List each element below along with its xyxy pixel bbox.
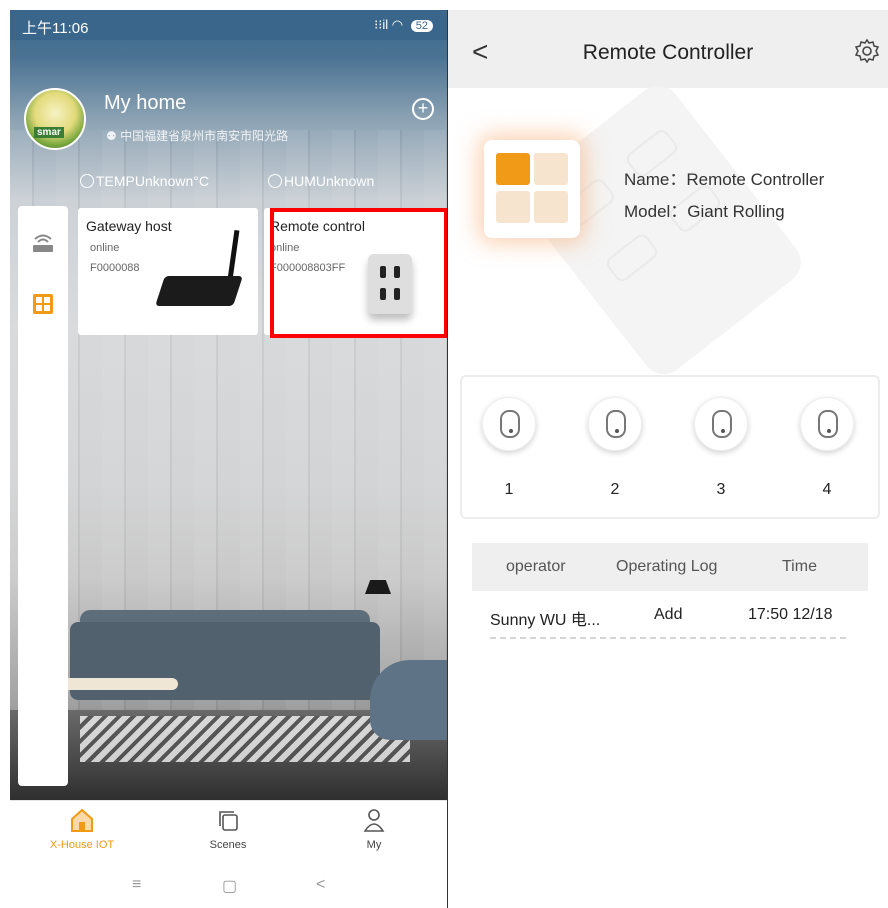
remote-control-icon (484, 140, 580, 238)
header: < Remote Controller (448, 10, 888, 88)
status-time: 上午11:06 (22, 20, 89, 37)
router-icon[interactable] (31, 232, 55, 254)
scenes-icon (219, 811, 238, 831)
home-nav-button[interactable]: ▢ (222, 876, 237, 896)
column-header-time: Time (782, 558, 817, 575)
status-bar: 上午11:06 ⁝⁝il ◠ 52 (10, 10, 447, 40)
log-operator: Sunny WU 电... (490, 612, 601, 629)
temperature-text: TEMPUnknown°C (96, 173, 209, 189)
tab-x-house-iot[interactable]: X-House IOT (32, 807, 132, 851)
blanket (370, 660, 447, 740)
key-button-1[interactable] (482, 397, 536, 451)
key-button-3[interactable] (694, 397, 748, 451)
column-header-operator: operator (506, 558, 566, 575)
log-header-row: operator Operating Log Time (472, 543, 868, 591)
rug (80, 716, 410, 762)
table-row[interactable]: Sunny WU 电... Add 17:50 12/18 (490, 591, 846, 639)
home-avatar[interactable]: smar (24, 88, 86, 150)
humidity-icon (268, 174, 282, 188)
key-button-4[interactable] (800, 397, 854, 451)
device-status: online (90, 242, 120, 254)
device-name-label: Name：Remote Controller (624, 170, 825, 189)
home-address: ⚉ 中国福建省泉州市南安市阳光路 (106, 127, 288, 144)
gateway-image (155, 276, 243, 306)
home-address-text: 中国福建省泉州市南安市阳光路 (120, 129, 289, 143)
humidity-readout: HUMUnknown (268, 173, 374, 189)
log-action: Add (654, 606, 683, 623)
avatar-label: smar (34, 127, 64, 138)
status-icons: ⁝⁝il ◠ 52 (374, 17, 433, 33)
back-nav-button[interactable]: < (316, 876, 325, 894)
tab-label: My (366, 839, 382, 851)
remote-key-icon (500, 410, 520, 438)
coffee-table (62, 678, 178, 690)
gear-icon[interactable] (854, 38, 880, 64)
device-category-sidebar (18, 206, 68, 786)
device-name: Gateway host (86, 218, 172, 234)
column-header-operating-log: Operating Log (616, 558, 718, 575)
menu-nav-button[interactable]: ≡ (132, 876, 141, 894)
thermometer-icon (80, 174, 94, 188)
tab-label: Scenes (209, 839, 247, 851)
key-label: 1 (504, 481, 514, 498)
home-icon (71, 808, 93, 832)
device-serial: F0000088 (90, 262, 140, 274)
bottom-tab-bar: X-House IOT Scenes My (10, 800, 447, 864)
battery-icon: 52 (410, 20, 433, 32)
remote-controller-screen: < Remote Controller Name：Remote Controll… (448, 10, 888, 908)
highlight-box (270, 208, 447, 338)
tab-label: X-House IOT (49, 839, 115, 851)
key-label: 2 (610, 481, 620, 498)
device-card-gateway[interactable]: Gateway host online F0000088 (78, 208, 258, 335)
system-navigation-bar: ≡ ▢ < (10, 866, 447, 908)
operation-log-table: operator Operating Log Time Sunny WU 电..… (472, 543, 868, 639)
remote-control-category-icon[interactable] (31, 292, 55, 316)
tab-scenes[interactable]: Scenes (178, 807, 278, 851)
key-label: 4 (822, 481, 832, 498)
page-title: Remote Controller (582, 41, 754, 64)
humidity-text: HUMUnknown (284, 173, 375, 189)
add-device-button[interactable]: + (412, 98, 434, 120)
key-label: 3 (716, 481, 726, 498)
screenshot-composite: 上午11:06 ⁝⁝il ◠ 52 smar My home ⚉ 中国福建省泉州… (0, 0, 888, 908)
person-icon (363, 809, 385, 832)
location-pin-icon: ⚉ (106, 129, 121, 143)
home-screen: 上午11:06 ⁝⁝il ◠ 52 smar My home ⚉ 中国福建省泉州… (10, 10, 447, 908)
log-time: 17:50 12/18 (748, 606, 833, 623)
remote-key-icon (606, 410, 626, 438)
tab-my[interactable]: My (324, 807, 424, 851)
key-button-2[interactable] (588, 397, 642, 451)
remote-key-icon (712, 410, 732, 438)
home-title[interactable]: My home (104, 92, 186, 115)
key-panel: 1 2 3 4 (460, 375, 880, 519)
remote-key-icon (818, 410, 838, 438)
temperature-readout: TEMPUnknown°C (80, 173, 209, 189)
device-model-label: Model：Giant Rolling (624, 202, 785, 221)
wifi-icon: ◠ (391, 17, 404, 32)
signal-icon: ⁝⁝il (374, 17, 389, 32)
